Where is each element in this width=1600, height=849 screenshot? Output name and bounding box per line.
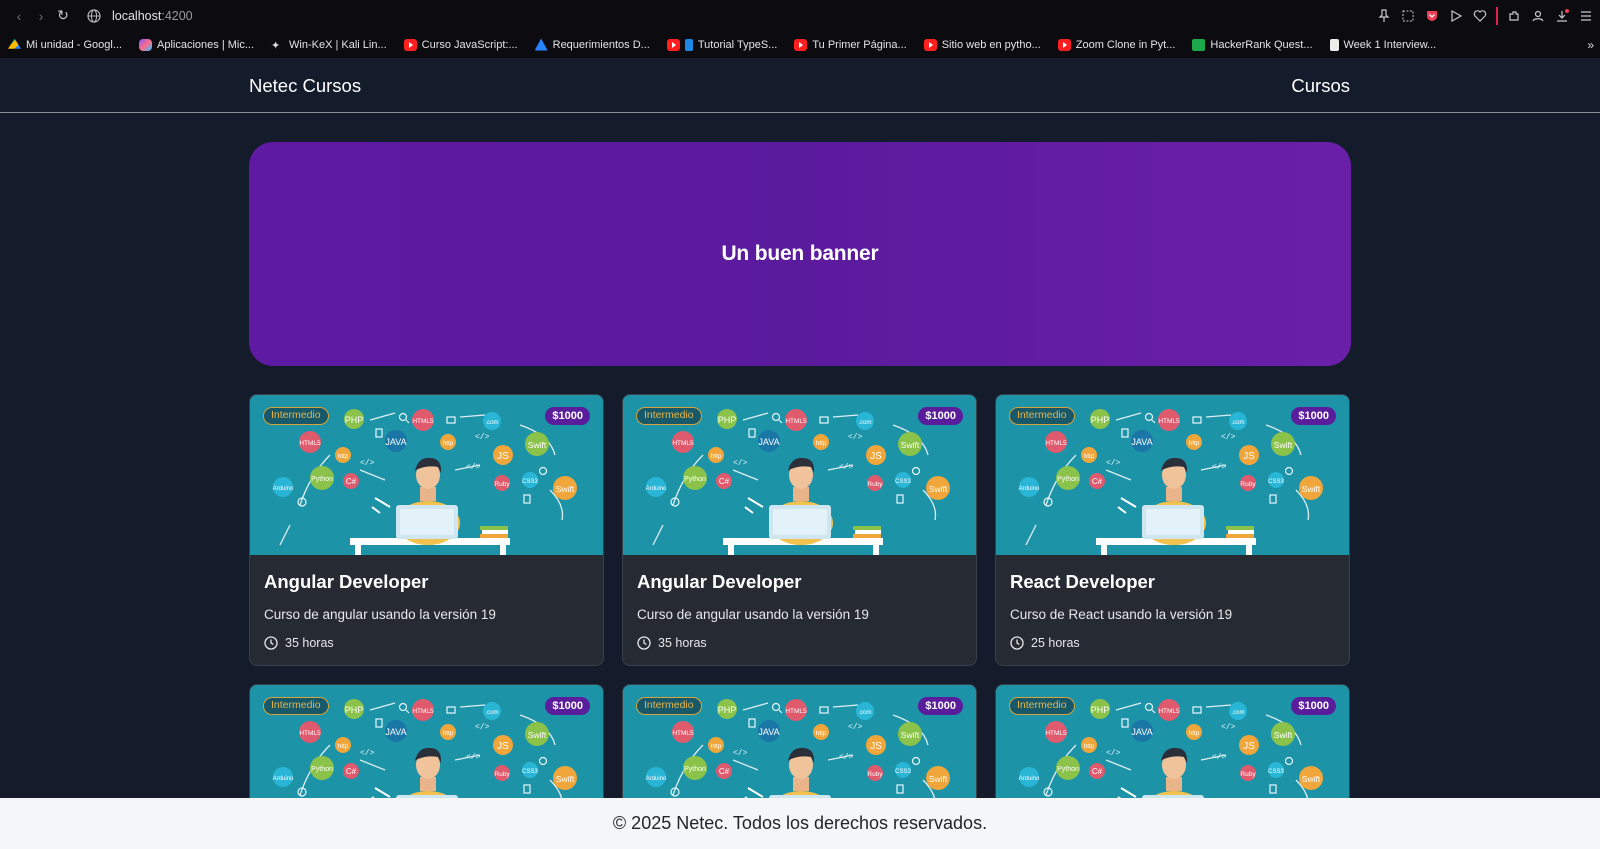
menu-icon[interactable] <box>1578 8 1594 24</box>
clock-icon <box>637 636 651 650</box>
bookmark-item[interactable]: Sitio web en pytho... <box>923 38 1041 51</box>
price-badge: $1000 <box>1291 697 1336 715</box>
course-card[interactable]: Intermedio $1000 React Developer Curso d… <box>995 394 1350 666</box>
document-icon <box>1329 38 1339 51</box>
price-badge: $1000 <box>545 407 590 425</box>
toolbar-divider <box>1496 6 1498 25</box>
bookmark-item[interactable]: Week 1 Interview... <box>1329 38 1436 51</box>
course-title: Angular Developer <box>264 571 429 592</box>
level-badge: Intermedio <box>263 407 329 425</box>
copyright-text: © 2025 Netec. Todos los derechos reserva… <box>612 813 988 833</box>
screenshot-icon[interactable] <box>1400 8 1416 24</box>
course-description: Curso de React usando la versión 19 <box>1010 607 1233 622</box>
bookmark-item[interactable]: Requerimientos D... <box>534 38 650 51</box>
url-text: localhost:4200 <box>112 8 193 23</box>
level-badge: Intermedio <box>636 697 702 715</box>
course-duration: 35 horas <box>637 636 962 650</box>
drive-icon <box>8 38 21 49</box>
course-duration: 35 horas <box>264 636 589 650</box>
course-title: Angular Developer <box>637 571 802 592</box>
clock-icon <box>1010 636 1024 650</box>
profile-icon[interactable] <box>1530 8 1546 24</box>
jira-icon <box>534 38 548 51</box>
price-badge: $1000 <box>1291 407 1336 425</box>
hackerrank-icon <box>1192 38 1206 51</box>
bookmark-item[interactable]: HackerRank Quest... <box>1192 38 1313 51</box>
course-image: Intermedio $1000 <box>250 395 603 555</box>
bookmark-item[interactable]: Tutorial TypeS... <box>666 38 777 51</box>
bookmark-item[interactable]: Zoom Clone in Pyt... <box>1057 38 1175 51</box>
brand-link[interactable]: Netec Cursos <box>249 75 361 97</box>
bookmark-item[interactable]: Aplicaciones | Mic... <box>139 38 254 51</box>
youtube-icon <box>794 38 808 51</box>
level-badge: Intermedio <box>636 407 702 425</box>
globe-icon <box>86 8 102 24</box>
reload-icon[interactable]: ↻ <box>52 5 74 27</box>
bookmark-item[interactable]: Curso JavaScript:... <box>403 38 518 51</box>
price-badge: $1000 <box>545 697 590 715</box>
typescript-icon <box>684 38 693 51</box>
level-badge: Intermedio <box>1009 407 1075 425</box>
clock-icon <box>264 636 278 650</box>
extensions-icon[interactable] <box>1506 8 1522 24</box>
back-icon[interactable]: ‹ <box>8 5 30 27</box>
heart-icon[interactable] <box>1472 8 1488 24</box>
youtube-icon <box>403 38 417 51</box>
kali-icon: ✦ <box>271 39 281 52</box>
more-bookmarks-icon[interactable]: » <box>1587 38 1594 52</box>
course-duration: 25 horas <box>1010 636 1335 650</box>
nav-link-cursos[interactable]: Cursos <box>1291 75 1350 97</box>
youtube-icon <box>923 38 937 51</box>
course-description: Curso de angular usando la versión 19 <box>264 607 496 622</box>
course-image: Intermedio $1000 <box>996 395 1349 555</box>
page-footer: © 2025 Netec. Todos los derechos reserva… <box>0 798 1600 849</box>
course-image: Intermedio $1000 <box>623 395 976 555</box>
course-title: React Developer <box>1010 571 1155 592</box>
course-card[interactable]: Intermedio $1000 Angular Developer Curso… <box>622 394 977 666</box>
youtube-icon <box>1057 38 1071 51</box>
browser-toolbar: ‹ › ↻ localhost:4200 <box>0 0 1600 31</box>
bookmark-item[interactable]: ✦ Win-KeX | Kali Lin... <box>271 39 387 52</box>
bookmark-item[interactable]: Tu Primer Página... <box>794 38 907 51</box>
youtube-icon <box>666 38 680 51</box>
price-badge: $1000 <box>918 697 963 715</box>
play-icon[interactable] <box>1448 8 1464 24</box>
bookmarks-bar: Mi unidad - Googl... Aplicaciones | Mic.… <box>0 31 1600 58</box>
address-bar[interactable]: localhost:4200 <box>86 5 193 27</box>
pocket-icon[interactable] <box>1424 8 1440 24</box>
course-card[interactable]: Intermedio $1000 Angular Developer Curso… <box>249 394 604 666</box>
forward-icon[interactable]: › <box>30 5 52 27</box>
app-navbar: Netec Cursos Cursos <box>0 58 1600 113</box>
banner-title: Un buen banner <box>721 242 879 265</box>
level-badge: Intermedio <box>263 697 329 715</box>
course-description: Curso de angular usando la versión 19 <box>637 607 869 622</box>
level-badge: Intermedio <box>1009 697 1075 715</box>
hero-banner: Un buen banner <box>249 142 1351 366</box>
copilot-icon <box>139 38 152 51</box>
price-badge: $1000 <box>918 407 963 425</box>
pin-icon[interactable] <box>1376 8 1392 24</box>
download-icon[interactable] <box>1554 8 1570 24</box>
bookmark-item[interactable]: Mi unidad - Googl... <box>8 38 122 51</box>
